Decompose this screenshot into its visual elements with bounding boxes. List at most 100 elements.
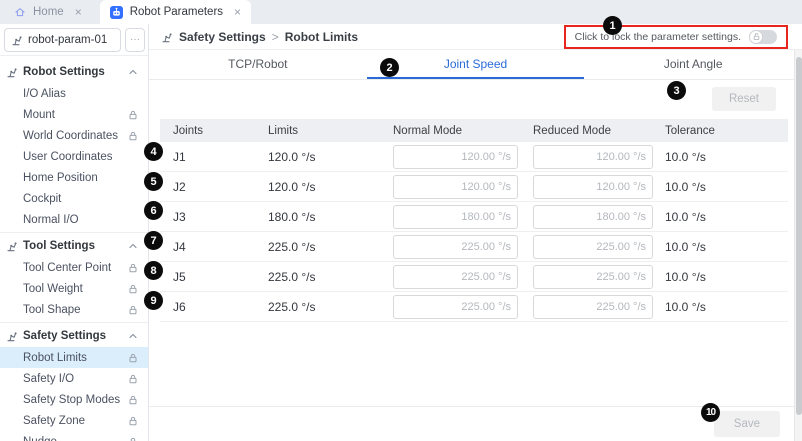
reduced-mode-input[interactable] [533, 235, 653, 259]
joint-label: J4 [160, 240, 255, 254]
param-selector-row: robot-param-01 ··· [0, 24, 148, 56]
reduced-mode-input[interactable] [533, 205, 653, 229]
limit-value: 180.0 °/s [255, 210, 380, 224]
table-row-j6: J6 225.0 °/s 10.0 °/s [160, 292, 788, 322]
reset-button[interactable]: Reset [712, 87, 776, 111]
normal-mode-input[interactable] [393, 265, 518, 289]
unlock-icon [752, 32, 761, 41]
normal-mode-input[interactable] [393, 295, 518, 319]
tab-robot-parameters[interactable]: Robot Parameters × [100, 0, 251, 24]
reduced-mode-input[interactable] [533, 145, 653, 169]
tab-home[interactable]: Home × [4, 0, 92, 24]
param-name-field[interactable]: robot-param-01 [4, 28, 121, 52]
sidebar-item-nudge[interactable]: Nudge [0, 431, 148, 441]
chevron-up-icon[interactable] [127, 240, 139, 252]
sidebar-item-cockpit[interactable]: Cockpit [0, 188, 148, 209]
sidebar-item-tool-weight[interactable]: Tool Weight [0, 278, 148, 299]
lock-icon [128, 395, 138, 405]
table-row-j5: J5 225.0 °/s 10.0 °/s [160, 262, 788, 292]
tolerance-value: 10.0 °/s [652, 180, 788, 194]
lock-settings-toggle[interactable] [749, 30, 777, 44]
sidebar-item-label: I/O Alias [23, 88, 66, 100]
sidebar-item-home-position[interactable]: Home Position [0, 167, 148, 188]
breadcrumb-section[interactable]: Safety Settings [179, 30, 266, 44]
table-header-row: Joints Limits Normal Mode Reduced Mode T… [160, 119, 788, 142]
sidebar-section-tool-settings[interactable]: Tool Settings [0, 235, 148, 257]
sidebar-item-label: Tool Weight [23, 283, 83, 295]
lock-icon [128, 131, 138, 141]
sidebar-item-robot-limits[interactable]: Robot Limits [0, 347, 148, 368]
tab-robot-parameters-label: Robot Parameters [130, 6, 223, 18]
limit-value: 120.0 °/s [255, 180, 380, 194]
sidebar-item-safety-zone[interactable]: Safety Zone [0, 410, 148, 431]
col-header-joints: Joints [160, 125, 255, 137]
robot-icon [6, 66, 18, 78]
lock-icon [128, 416, 138, 426]
breadcrumb-page: Robot Limits [285, 30, 358, 44]
sidebar-item-world-coordinates[interactable]: World Coordinates [0, 125, 148, 146]
param-name: robot-param-01 [28, 34, 107, 46]
close-icon[interactable]: × [75, 6, 82, 18]
reduced-mode-input[interactable] [533, 295, 653, 319]
sidebar-section-robot-settings[interactable]: Robot Settings [0, 61, 148, 83]
joint-label: J1 [160, 150, 255, 164]
main-panel: Safety Settings > Robot Limits Click to … [149, 24, 802, 441]
sidebar-item-normal-io[interactable]: Normal I/O [0, 209, 148, 230]
table-row-j4: J4 225.0 °/s 10.0 °/s [160, 232, 788, 262]
lock-icon [128, 110, 138, 120]
normal-mode-input[interactable] [393, 175, 518, 199]
normal-mode-input[interactable] [393, 235, 518, 259]
joint-label: J5 [160, 270, 255, 284]
close-icon[interactable]: × [234, 6, 241, 18]
joint-label: J3 [160, 210, 255, 224]
limit-value: 225.0 °/s [255, 240, 380, 254]
divider [0, 232, 148, 233]
sidebar-item-label: Nudge [23, 436, 57, 441]
sidebar-section-safety-settings[interactable]: Safety Settings [0, 325, 148, 347]
lock-icon [128, 437, 138, 441]
tolerance-value: 10.0 °/s [652, 150, 788, 164]
sidebar-item-safety-io[interactable]: Safety I/O [0, 368, 148, 389]
col-header-reduced-mode: Reduced Mode [520, 125, 652, 137]
more-button[interactable]: ··· [125, 28, 145, 52]
lock-icon [128, 263, 138, 273]
lock-icon [128, 374, 138, 384]
table-row-j3: J3 180.0 °/s 10.0 °/s [160, 202, 788, 232]
limit-value: 225.0 °/s [255, 270, 380, 284]
sidebar-item-io-alias[interactable]: I/O Alias [0, 83, 148, 104]
sidebar-item-tool-shape[interactable]: Tool Shape [0, 299, 148, 320]
tab-tcp-robot[interactable]: TCP/Robot [149, 50, 367, 79]
robot-icon [6, 330, 18, 342]
sidebar-item-tool-center-point[interactable]: Tool Center Point [0, 257, 148, 278]
sidebar-nav: Robot Settings I/O Alias Mount World Coo… [0, 56, 148, 441]
normal-mode-input[interactable] [393, 145, 518, 169]
tab-home-label: Home [33, 6, 64, 18]
sidebar-item-user-coordinates[interactable]: User Coordinates [0, 146, 148, 167]
lock-icon [128, 284, 138, 294]
vertical-scrollbar[interactable] [794, 50, 802, 441]
robot-icon [6, 240, 18, 252]
save-button[interactable]: Save [714, 411, 780, 437]
chevron-up-icon[interactable] [127, 330, 139, 342]
scrollbar-thumb[interactable] [796, 57, 802, 415]
window-tab-bar: Home × Robot Parameters × [0, 0, 802, 24]
normal-mode-input[interactable] [393, 205, 518, 229]
col-header-tolerance: Tolerance [652, 125, 788, 137]
reduced-mode-input[interactable] [533, 265, 653, 289]
joint-speed-table: Joints Limits Normal Mode Reduced Mode T… [160, 119, 788, 322]
sidebar-item-mount[interactable]: Mount [0, 104, 148, 125]
tab-joint-speed[interactable]: Joint Speed [367, 50, 585, 79]
breadcrumb: Safety Settings > Robot Limits [161, 30, 358, 44]
reduced-mode-input[interactable] [533, 175, 653, 199]
sidebar-item-label: Tool Shape [23, 304, 81, 316]
tab-joint-angle[interactable]: Joint Angle [584, 50, 802, 79]
content-tabs: TCP/Robot Joint Speed Joint Angle [149, 50, 802, 80]
joint-label: J2 [160, 180, 255, 194]
sidebar-item-label: Safety I/O [23, 373, 74, 385]
limit-value: 120.0 °/s [255, 150, 380, 164]
chevron-up-icon[interactable] [127, 66, 139, 78]
sidebar-item-safety-stop-modes[interactable]: Safety Stop Modes [0, 389, 148, 410]
breadcrumb-separator: > [272, 30, 279, 44]
sidebar-item-label: Robot Limits [23, 352, 87, 364]
divider [0, 322, 148, 323]
